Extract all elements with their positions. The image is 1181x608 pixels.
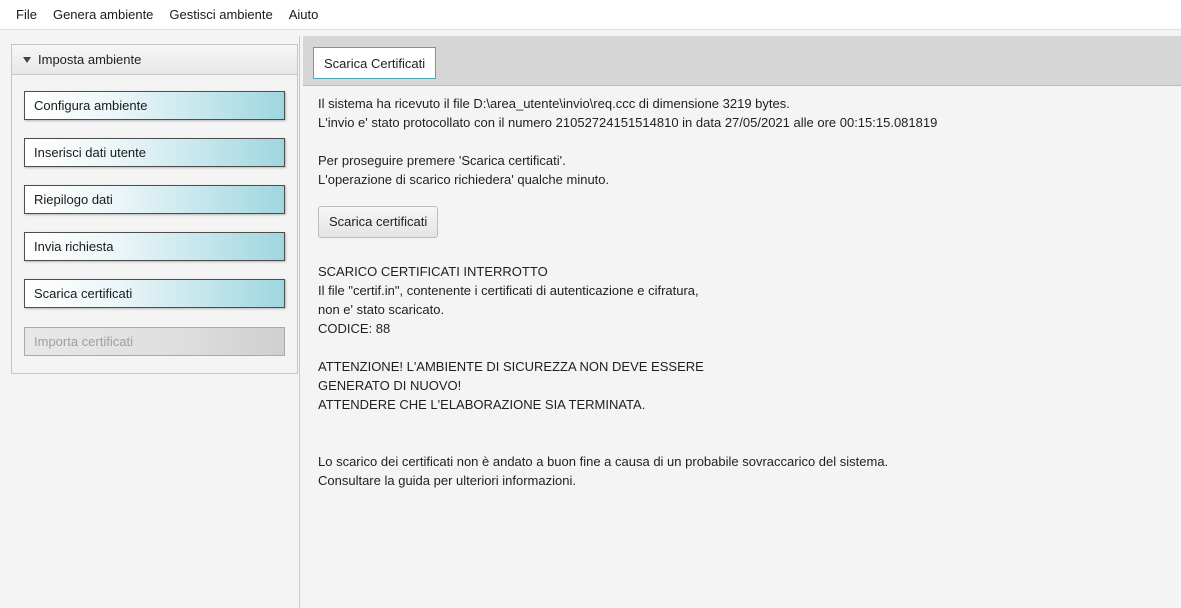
warning-line: ATTENDERE CHE L'ELABORAZIONE SIA TERMINA… bbox=[318, 397, 646, 412]
riepilogo-dati-button[interactable]: Riepilogo dati bbox=[24, 185, 285, 214]
message-line: Lo scarico dei certificati non è andato … bbox=[318, 454, 889, 469]
message-line: Consultare la guida per ulteriori inform… bbox=[318, 473, 576, 488]
scarica-certificati-button[interactable]: Scarica certificati bbox=[24, 279, 285, 308]
warning-line: ATTENZIONE! L'AMBIENTE DI SICUREZZA NON … bbox=[318, 359, 704, 374]
message-line: CODICE: 88 bbox=[318, 321, 391, 336]
message-line: Per proseguire premere 'Scarica certific… bbox=[318, 153, 566, 168]
inserisci-dati-utente-button[interactable]: Inserisci dati utente bbox=[24, 138, 285, 167]
menu-bar: File Genera ambiente Gestisci ambiente A… bbox=[0, 0, 1181, 30]
scarica-certificati-action-button[interactable]: Scarica certificati bbox=[318, 206, 439, 238]
tab-scarica-certificati[interactable]: Scarica Certificati bbox=[313, 47, 437, 79]
message-line: non e' stato scaricato. bbox=[318, 302, 445, 317]
imposta-ambiente-pane: Imposta ambiente Configura ambiente Inse… bbox=[11, 44, 298, 374]
menu-file[interactable]: File bbox=[8, 0, 45, 30]
menu-genera-ambiente[interactable]: Genera ambiente bbox=[45, 0, 161, 30]
message-line: L'operazione di scarico richiedera' qual… bbox=[318, 172, 610, 187]
message-line: Il file "certif.in", contenente i certif… bbox=[318, 283, 699, 298]
tab-strip: Scarica Certificati bbox=[303, 36, 1181, 86]
message-area: Il sistema ha ricevuto il file D:\area_u… bbox=[318, 94, 1168, 490]
main-panel: Scarica Certificati Il sistema ha ricevu… bbox=[303, 36, 1181, 608]
menu-gestisci-ambiente[interactable]: Gestisci ambiente bbox=[161, 0, 280, 30]
collapse-arrow-icon[interactable] bbox=[23, 56, 31, 63]
configura-ambiente-button[interactable]: Configura ambiente bbox=[24, 91, 285, 120]
left-panel: Imposta ambiente Configura ambiente Inse… bbox=[0, 36, 300, 608]
imposta-ambiente-header[interactable]: Imposta ambiente bbox=[12, 45, 297, 75]
message-line: SCARICO CERTIFICATI INTERROTTO bbox=[318, 264, 548, 279]
section-title: Imposta ambiente bbox=[38, 52, 142, 67]
message-line: Il sistema ha ricevuto il file D:\area_u… bbox=[318, 96, 790, 111]
menu-aiuto[interactable]: Aiuto bbox=[281, 0, 327, 30]
importa-certificati-button: Importa certificati bbox=[24, 327, 285, 356]
invia-richiesta-button[interactable]: Invia richiesta bbox=[24, 232, 285, 261]
warning-line: GENERATO DI NUOVO! bbox=[318, 378, 462, 393]
message-line: L'invio e' stato protocollato con il num… bbox=[318, 115, 938, 130]
